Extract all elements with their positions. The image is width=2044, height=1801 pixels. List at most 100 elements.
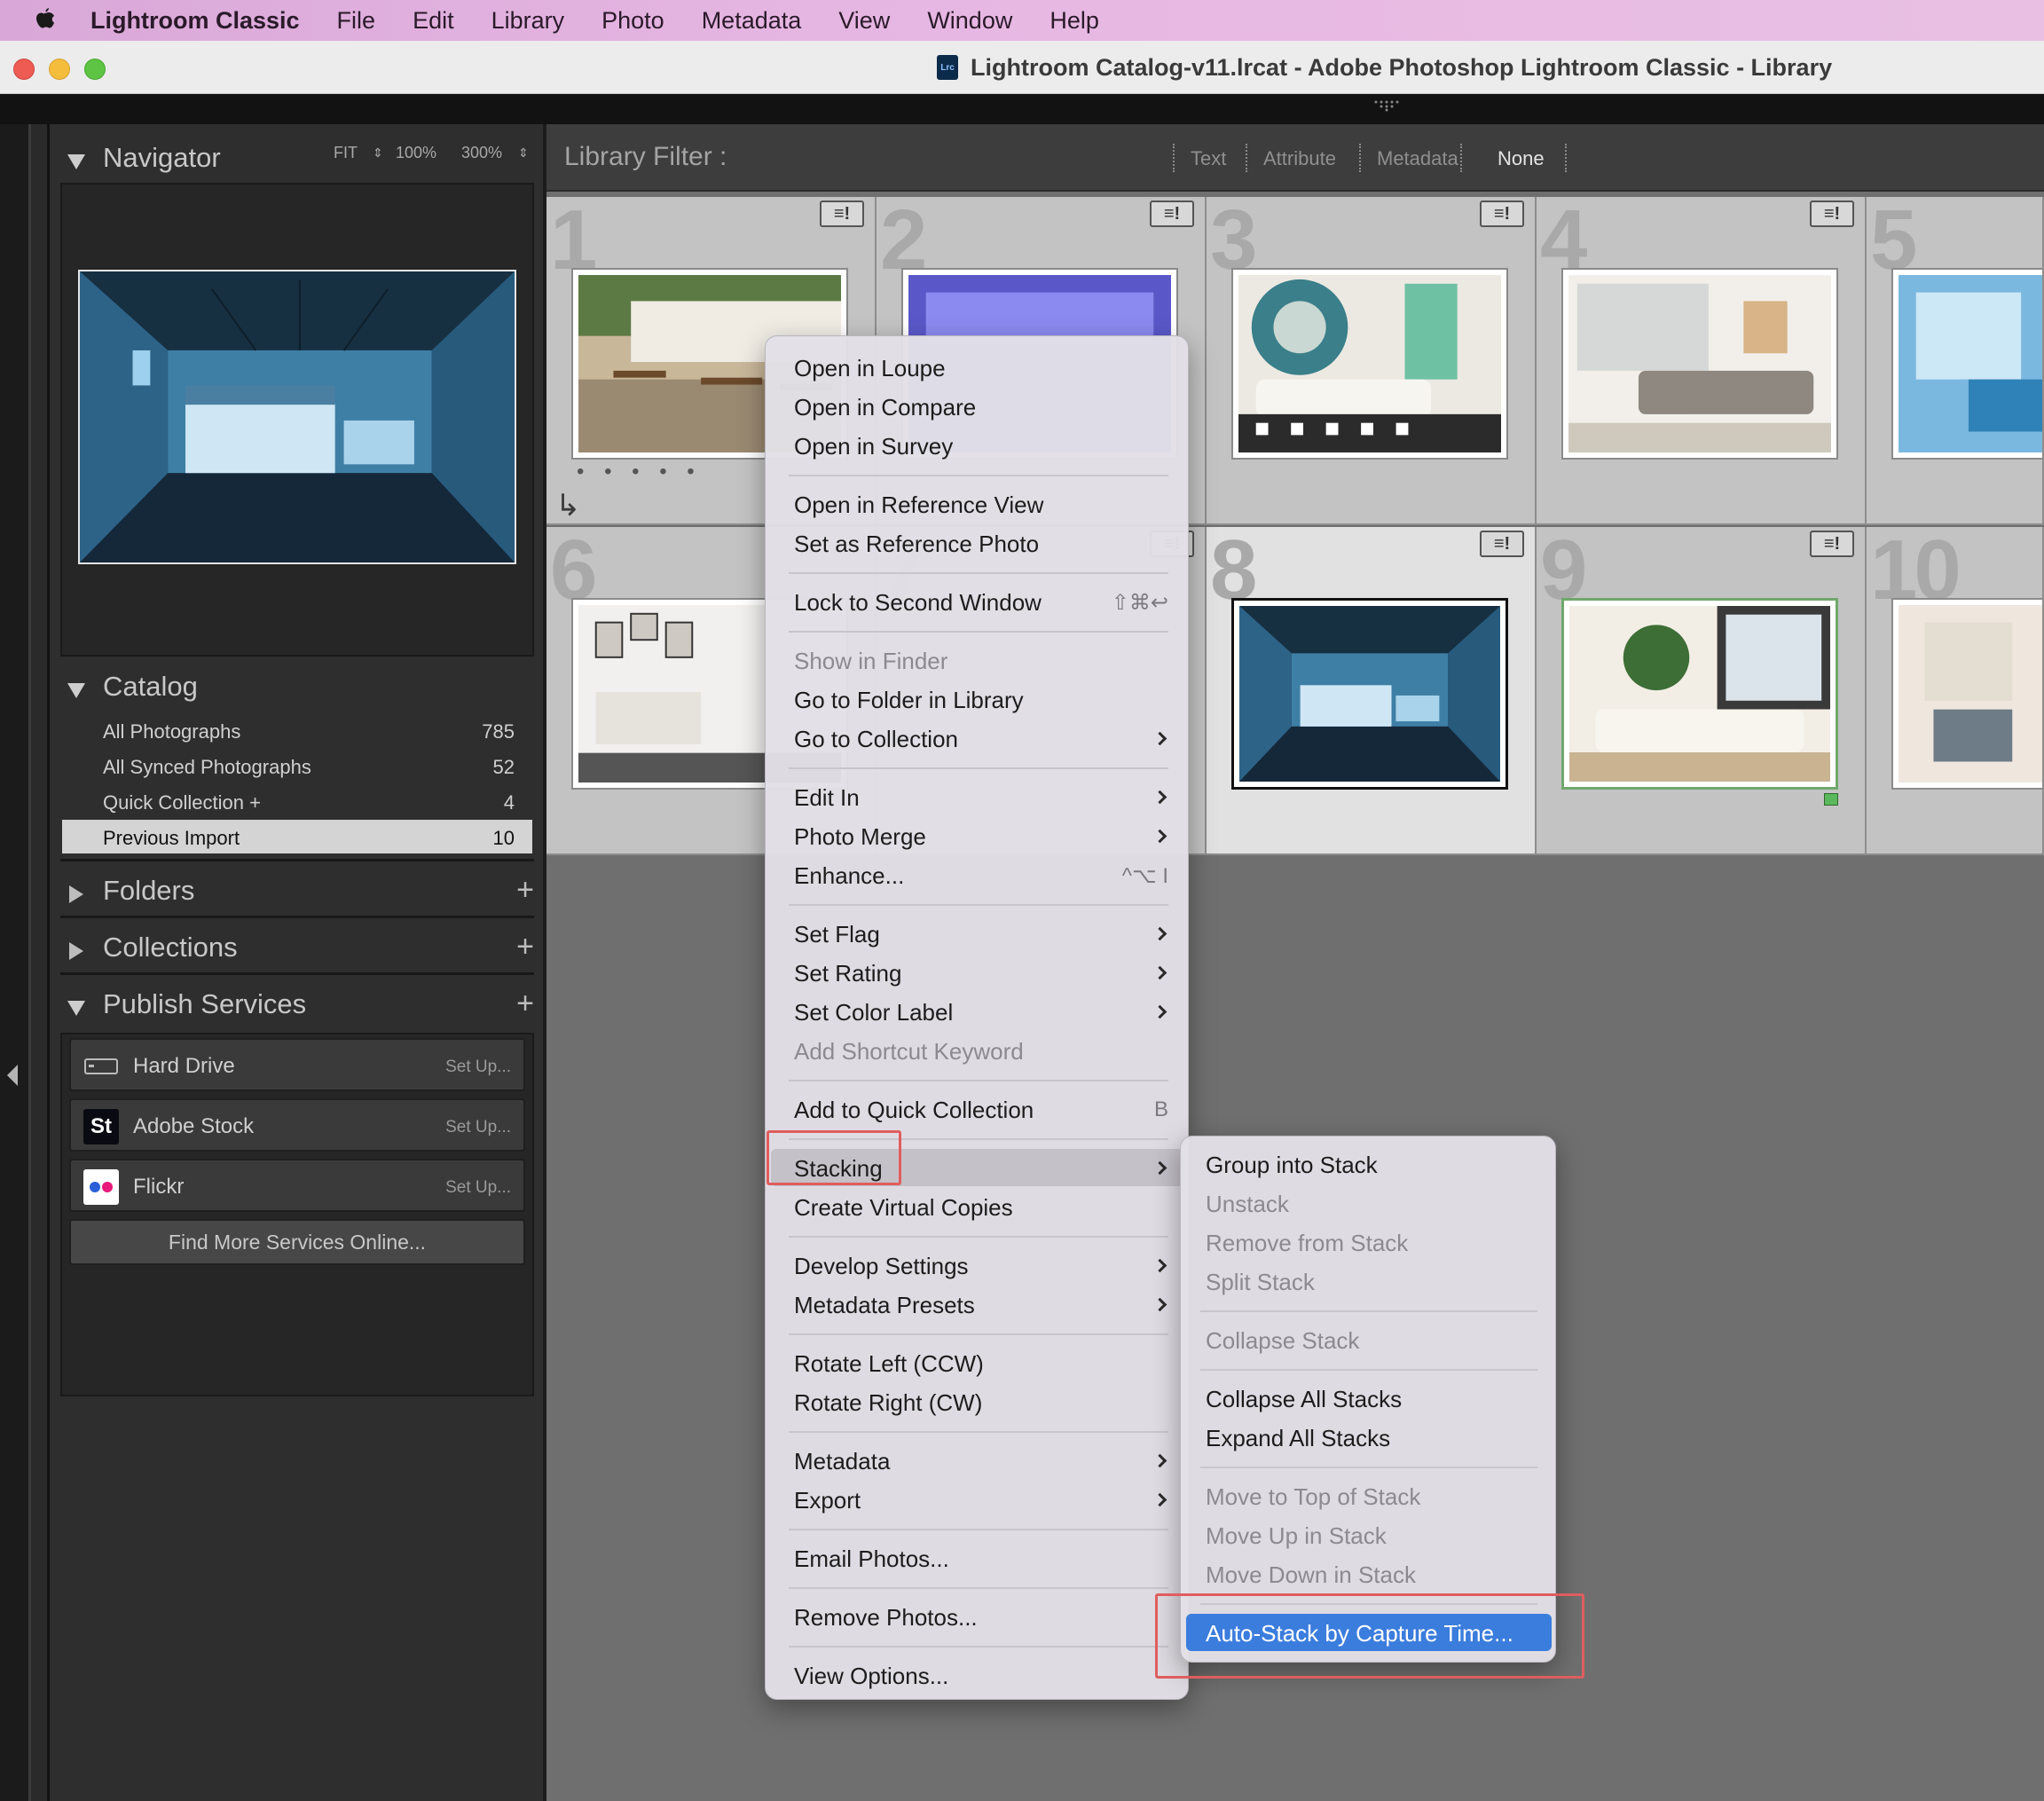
filter-metadata[interactable]: Metadata: [1377, 147, 1458, 170]
thumbnail[interactable]: [1231, 268, 1508, 460]
filter-none[interactable]: None: [1498, 147, 1545, 170]
publish-service-hard-drive[interactable]: Hard Drive Set Up...: [69, 1038, 525, 1091]
metadata-badge-icon[interactable]: ≡!: [1810, 531, 1854, 557]
menubar-app-name[interactable]: Lightroom Classic: [90, 7, 300, 35]
menubar-metadata[interactable]: Metadata: [702, 7, 802, 35]
folders-header[interactable]: Folders +: [50, 866, 546, 919]
thumbnail[interactable]: [1891, 598, 2042, 790]
menu-item-go-to-folder-in-library[interactable]: Go to Folder in Library: [771, 680, 1184, 718]
menu-item-remove-photos[interactable]: Remove Photos...: [771, 1598, 1184, 1635]
publish-services-title: Publish Services: [103, 988, 307, 1019]
submenu-item-collapse-all-stacks[interactable]: Collapse All Stacks: [1186, 1380, 1552, 1417]
find-more-services-button[interactable]: Find More Services Online...: [69, 1219, 525, 1265]
zoom-window-button[interactable]: [84, 59, 106, 80]
menu-item-email-photos[interactable]: Email Photos...: [771, 1539, 1184, 1577]
menubar-file[interactable]: File: [337, 7, 376, 35]
menu-item-edit-in[interactable]: Edit In: [771, 778, 1184, 815]
left-panel-edge[interactable]: [0, 124, 28, 1801]
chevron-right-icon: [1152, 1258, 1167, 1273]
menu-item-view-options[interactable]: View Options...: [771, 1656, 1184, 1694]
menu-item-set-as-reference-photo[interactable]: Set as Reference Photo: [771, 524, 1184, 562]
menubar-library[interactable]: Library: [491, 7, 565, 35]
menu-item-open-in-compare[interactable]: Open in Compare: [771, 388, 1184, 425]
menubar-edit[interactable]: Edit: [413, 7, 454, 35]
publish-service-adobe-stock[interactable]: St Adobe Stock Set Up...: [69, 1098, 525, 1152]
publish-service-label: Adobe Stock: [133, 1114, 255, 1138]
catalog-item-all-photographs[interactable]: All Photographs 785: [62, 713, 532, 747]
zoom-arrows-icon[interactable]: ⇕: [518, 145, 529, 161]
add-publish-service-icon[interactable]: +: [516, 987, 534, 1021]
filter-attribute[interactable]: Attribute: [1263, 147, 1336, 170]
navigator-preview-image[interactable]: [78, 270, 516, 564]
menu-item-rotate-left-ccw[interactable]: Rotate Left (CCW): [771, 1344, 1184, 1381]
metadata-badge-icon[interactable]: ≡!: [1150, 201, 1194, 227]
menu-item-metadata[interactable]: Metadata: [771, 1442, 1184, 1479]
close-window-button[interactable]: [13, 59, 35, 80]
triangle-down-icon: [67, 683, 85, 698]
thumbnail[interactable]: [1231, 598, 1508, 790]
catalog-header[interactable]: Catalog: [50, 662, 546, 715]
menu-item-go-to-collection[interactable]: Go to Collection: [771, 720, 1184, 757]
metadata-badge-icon[interactable]: ≡!: [1480, 531, 1524, 557]
menu-item-open-in-loupe[interactable]: Open in Loupe: [771, 349, 1184, 386]
menu-item-enhance[interactable]: Enhance... ^⌥ I: [771, 856, 1184, 893]
catalog-item-previous-import[interactable]: Previous Import 10: [62, 820, 532, 853]
grid-cell-9[interactable]: 9 ≡!: [1537, 527, 1867, 855]
panel-collapse-grip-icon[interactable]: [1373, 99, 1400, 112]
menu-item-label: Show in Finder: [794, 648, 948, 674]
thumbnail[interactable]: [1891, 268, 2042, 460]
menu-item-set-flag[interactable]: Set Flag: [771, 915, 1184, 952]
collections-header[interactable]: Collections +: [50, 923, 546, 976]
collapse-left-panel-icon[interactable]: [7, 1065, 18, 1086]
rotate-arrow-icon[interactable]: ↳: [555, 488, 581, 523]
menu-item-metadata-presets[interactable]: Metadata Presets: [771, 1286, 1184, 1323]
metadata-badge-icon[interactable]: ≡!: [820, 201, 864, 227]
apple-icon[interactable]: [18, 6, 71, 35]
menu-item-label: Go to Folder in Library: [794, 687, 1024, 713]
menubar-help[interactable]: Help: [1050, 7, 1099, 35]
catalog-item-quick-collection[interactable]: Quick Collection + 4: [62, 784, 532, 818]
menu-item-rotate-right-cw[interactable]: Rotate Right (CW): [771, 1383, 1184, 1420]
navigator-preview[interactable]: [60, 183, 534, 657]
add-folder-icon[interactable]: +: [516, 873, 534, 908]
menu-item-open-in-survey[interactable]: Open in Survey: [771, 427, 1184, 464]
grid-cell-8-selected[interactable]: 8 ≡!: [1207, 527, 1537, 855]
menu-item-open-in-reference-view[interactable]: Open in Reference View: [771, 485, 1184, 523]
menu-item-develop-settings[interactable]: Develop Settings: [771, 1247, 1184, 1284]
rating-dots[interactable]: • • • • •: [577, 460, 702, 484]
setup-link[interactable]: Set Up...: [445, 1058, 511, 1077]
menu-item-export[interactable]: Export: [771, 1481, 1184, 1518]
menu-item-create-virtual-copies[interactable]: Create Virtual Copies: [771, 1188, 1184, 1225]
metadata-badge-icon[interactable]: ≡!: [1480, 201, 1524, 227]
menubar-photo[interactable]: Photo: [601, 7, 664, 35]
add-collection-icon[interactable]: +: [516, 930, 534, 964]
grid-cell-4[interactable]: 4 ≡!: [1537, 197, 1867, 525]
menubar-window[interactable]: Window: [927, 7, 1012, 35]
menu-item-set-rating[interactable]: Set Rating: [771, 954, 1184, 991]
grid-cell-5[interactable]: 5: [1867, 197, 2044, 525]
menu-item-lock-to-second-window[interactable]: Lock to Second Window ⇧⌘↩: [771, 583, 1184, 620]
menubar-view[interactable]: View: [838, 7, 890, 35]
menu-item-set-color-label[interactable]: Set Color Label: [771, 993, 1184, 1030]
thumbnail[interactable]: [1561, 268, 1838, 460]
publish-services-header[interactable]: Publish Services +: [50, 979, 546, 1033]
minimize-window-button[interactable]: [49, 59, 70, 80]
filter-text[interactable]: Text: [1191, 147, 1226, 170]
setup-link[interactable]: Set Up...: [445, 1178, 511, 1198]
grid-cell-3[interactable]: 3 ≡!: [1207, 197, 1537, 525]
zoom-fit[interactable]: FIT: [334, 144, 358, 162]
submenu-item-label: Move to Top of Stack: [1206, 1483, 1421, 1510]
publish-service-flickr[interactable]: Flickr Set Up...: [69, 1159, 525, 1212]
thumbnail[interactable]: [1561, 598, 1838, 790]
submenu-item-group-into-stack[interactable]: Group into Stack: [1186, 1145, 1552, 1183]
menu-item-photo-merge[interactable]: Photo Merge: [771, 817, 1184, 854]
menu-item-label: Set as Reference Photo: [794, 531, 1040, 557]
zoom-300[interactable]: 300%: [461, 144, 502, 162]
zoom-100[interactable]: 100%: [396, 144, 436, 162]
catalog-item-all-synced[interactable]: All Synced Photographs 52: [62, 749, 532, 783]
metadata-badge-icon[interactable]: ≡!: [1810, 201, 1854, 227]
setup-link[interactable]: Set Up...: [445, 1118, 511, 1137]
grid-cell-10[interactable]: 10: [1867, 527, 2044, 855]
menu-item-add-to-quick-collection[interactable]: Add to Quick Collection B: [771, 1090, 1184, 1128]
submenu-item-expand-all-stacks[interactable]: Expand All Stacks: [1186, 1419, 1552, 1456]
